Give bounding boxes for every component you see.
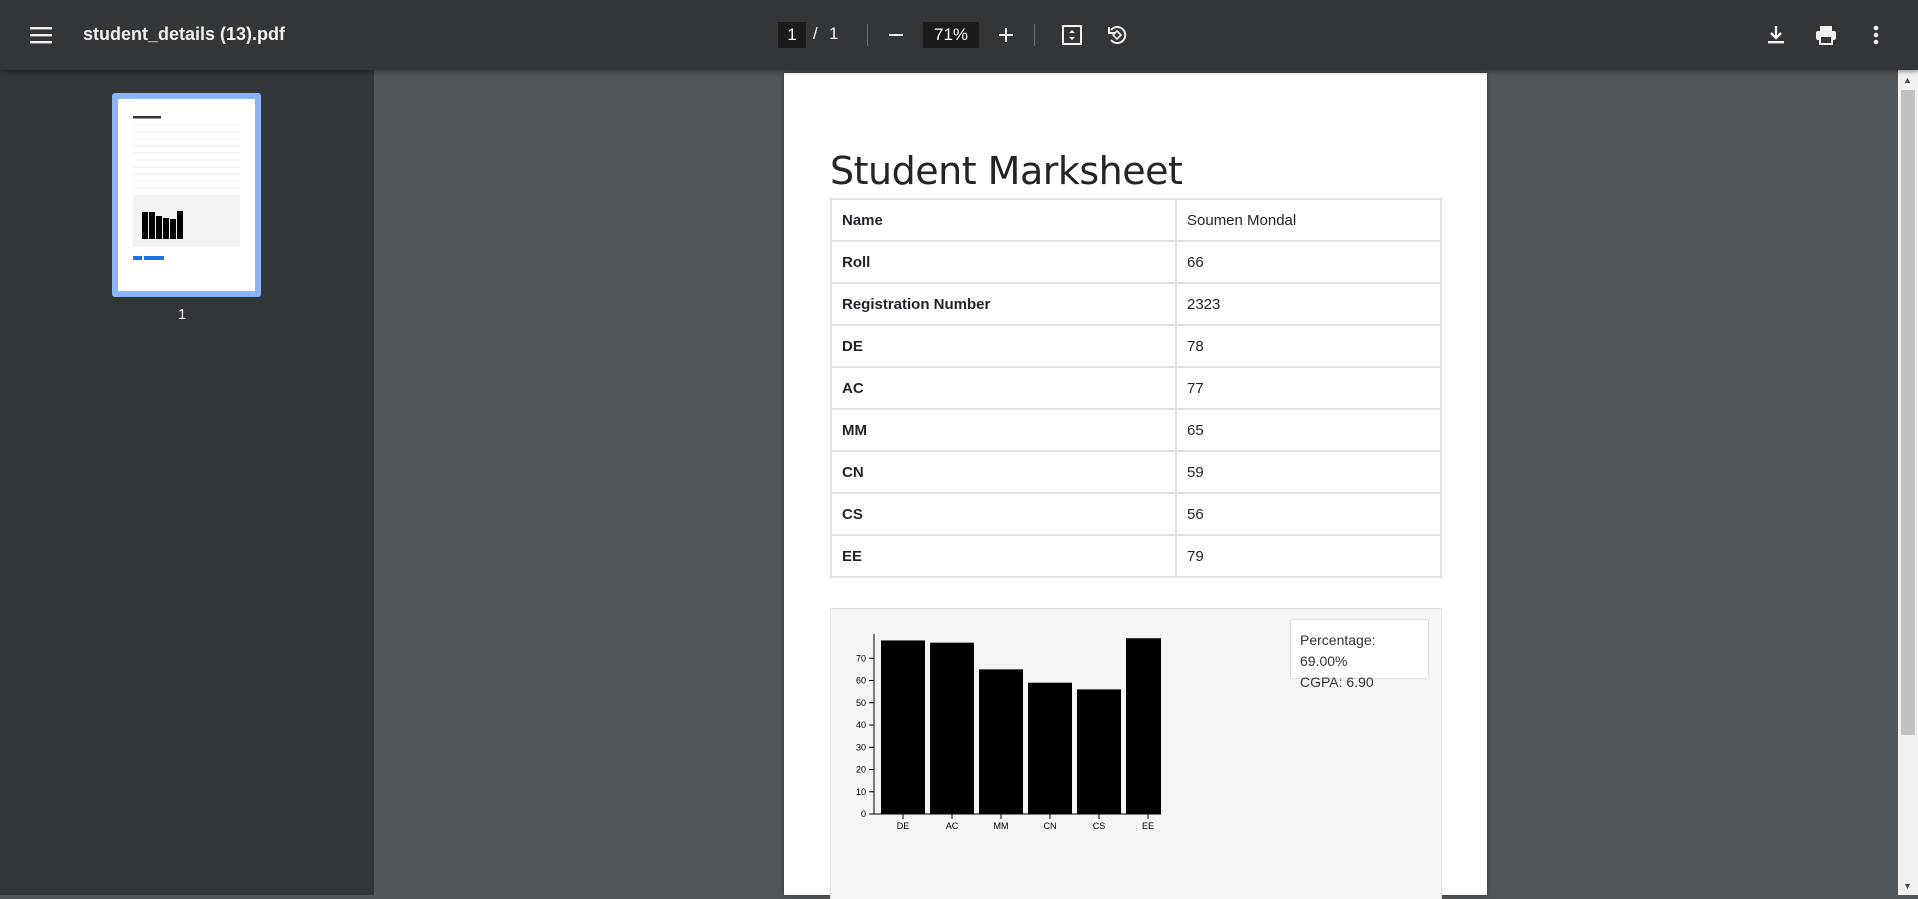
bar-chart: 0 10 20 30 40 50 60 70 DE AC MM CN CS EE: [856, 634, 1161, 831]
row-label: DE: [830, 324, 1177, 368]
bar-cs: [1077, 689, 1121, 814]
row-value: 66: [1175, 240, 1442, 284]
table-row: Roll 66: [830, 240, 1442, 284]
row-label: CS: [830, 492, 1177, 536]
toolbar-divider: [867, 24, 868, 46]
fit-page-icon[interactable]: [1058, 22, 1086, 48]
minus-icon[interactable]: [882, 22, 910, 48]
print-icon[interactable]: [1812, 22, 1840, 48]
thumbnail-page-number: 1: [178, 306, 187, 323]
table-row: MM 65: [830, 408, 1442, 452]
y-tick-label: 70: [856, 653, 866, 663]
row-value: 79: [1175, 534, 1442, 578]
stats-box: Percentage: 69.00% CGPA: 6.90: [1290, 619, 1429, 690]
table-row: CS 56: [830, 492, 1442, 536]
bar-de: [881, 640, 925, 814]
row-value: 78: [1175, 324, 1442, 368]
cgpa-text: CGPA: 6.90: [1300, 674, 1374, 690]
thumbnail-page-preview: [118, 99, 255, 291]
table-row: CN 59: [830, 450, 1442, 494]
rotate-icon[interactable]: [1103, 22, 1131, 48]
plus-icon[interactable]: [992, 22, 1020, 48]
bar-ac: [930, 642, 974, 814]
marksheet-table: Name Soumen Mondal Roll 66 Registration Numb…: [830, 198, 1442, 578]
vertical-scrollbar[interactable]: ▲ ▼: [1898, 70, 1918, 895]
x-tick-label: CN: [1044, 821, 1057, 831]
page-heading: Student Marksheet: [830, 149, 1183, 193]
table-row: Registration Number 2323: [830, 282, 1442, 326]
row-label: MM: [830, 408, 1177, 452]
table-row: Name Soumen Mondal: [830, 198, 1442, 242]
percentage-text: Percentage: 69.00%: [1300, 632, 1376, 669]
bar-ee: [1126, 638, 1161, 814]
y-tick-label: 20: [856, 765, 866, 775]
row-value: 65: [1175, 408, 1442, 452]
x-tick-label: DE: [897, 821, 910, 831]
x-tick-label: CS: [1093, 821, 1106, 831]
x-tick-label: AC: [946, 821, 959, 831]
table-row: DE 78: [830, 324, 1442, 368]
scroll-thumb[interactable]: [1901, 90, 1915, 735]
y-tick-label: 50: [856, 698, 866, 708]
row-value: 59: [1175, 450, 1442, 494]
row-value: 2323: [1175, 282, 1442, 326]
y-tick-label: 10: [856, 787, 866, 797]
bar-cn: [1028, 682, 1072, 814]
row-label: EE: [830, 534, 1177, 578]
row-value: Soumen Mondal: [1175, 198, 1442, 242]
row-label: CN: [830, 450, 1177, 494]
page-thumbnail[interactable]: [112, 93, 261, 297]
thumbnail-sidebar: 1: [0, 70, 374, 895]
chart-container: 0 10 20 30 40 50 60 70 DE AC MM CN CS EE Percentage: …: [830, 608, 1442, 899]
y-tick-label: 30: [856, 742, 866, 752]
toolbar-divider: [1034, 24, 1035, 46]
row-label: Roll: [830, 240, 1177, 284]
document-title: student_details (13).pdf: [83, 24, 286, 44]
page-number-input[interactable]: 1: [778, 22, 806, 48]
page-separator: /: [813, 24, 818, 43]
row-value: 56: [1175, 492, 1442, 536]
row-label: Registration Number: [830, 282, 1177, 326]
hamburger-menu-icon[interactable]: [20, 15, 62, 55]
more-vert-icon[interactable]: [1862, 22, 1890, 48]
bar-mm: [979, 669, 1023, 814]
row-label: Name: [830, 198, 1177, 242]
table-row: EE 79: [830, 534, 1442, 578]
y-tick-label: 40: [856, 720, 866, 730]
x-tick-label: EE: [1142, 821, 1154, 831]
y-tick-label: 60: [856, 676, 866, 686]
x-tick-label: MM: [994, 821, 1009, 831]
row-value: 77: [1175, 366, 1442, 410]
scroll-down-arrow[interactable]: ▼: [1903, 881, 1912, 891]
pdf-toolbar: student_details (13).pdf 1 / 1 71%: [0, 0, 1918, 70]
total-pages: 1: [829, 24, 839, 43]
table-row: AC 77: [830, 366, 1442, 410]
scroll-up-arrow[interactable]: ▲: [1903, 75, 1912, 85]
download-icon[interactable]: [1762, 22, 1790, 48]
row-label: AC: [830, 366, 1177, 410]
y-tick-label: 0: [861, 809, 866, 819]
pdf-page: Student Marksheet Name Soumen Mondal Roll 6…: [784, 73, 1487, 899]
zoom-level-input[interactable]: 71%: [923, 22, 979, 48]
